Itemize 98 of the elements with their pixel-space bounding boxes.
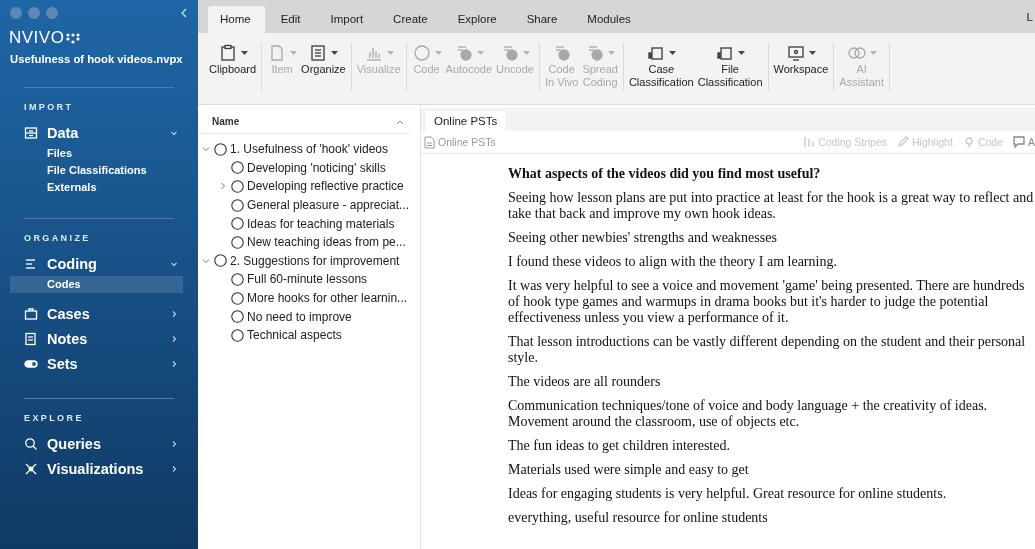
dropdown-caret-icon[interactable]: [240, 50, 248, 56]
toolbar-button[interactable]: File Classification: [695, 43, 765, 91]
sidebar-subitem[interactable]: Files: [10, 145, 183, 162]
sidebar-item[interactable]: Cases: [24, 301, 178, 326]
stripes-icon[interactable]: [803, 136, 816, 148]
response-text: The videos are all rounders: [508, 374, 662, 390]
highlighter-icon[interactable]: [897, 136, 909, 148]
section-heading: ORGANIZE: [24, 233, 92, 243]
sidebar-item[interactable]: Sets: [24, 351, 178, 376]
monitor-icon: [785, 43, 806, 63]
code-name[interactable]: General pleasure - appreciat...: [247, 198, 410, 213]
code-name[interactable]: More hooks for other learnin...: [247, 291, 408, 306]
window-control[interactable]: [10, 7, 22, 19]
sidebar-item[interactable]: Notes: [24, 326, 178, 351]
sidebar-item[interactable]: Data: [24, 120, 178, 145]
chevron-right-icon[interactable]: [170, 334, 178, 343]
code-circle-icon: [231, 217, 244, 231]
ribbon-tab[interactable]: Explore: [445, 6, 511, 33]
response-text: everything, useful resource for online students: [508, 510, 769, 526]
sidebar-subitem[interactable]: File Classifications: [10, 162, 183, 179]
response-text: The fun ideas to get children interested.: [508, 438, 731, 454]
code-circle-icon: [231, 180, 244, 193]
code-circle-icon: [231, 161, 244, 175]
comment-icon[interactable]: [1013, 136, 1025, 148]
response-text: Communication techniques/tone of voice and body language + the creativity of ideas. Movement around the classroom, use of objects etc.: [508, 398, 989, 430]
code-name[interactable]: No need to improve: [247, 309, 352, 324]
chevron-down-icon[interactable]: [202, 145, 210, 154]
chevron-right-icon[interactable]: [170, 464, 178, 473]
logo-dots-icon: [66, 32, 81, 44]
sort-caret-icon[interactable]: [396, 119, 404, 125]
ribbon-tab[interactable]: Create: [381, 6, 442, 33]
briefcase-icon: [24, 306, 38, 321]
code-name[interactable]: 1. Usefulness of 'hook' videos: [230, 142, 388, 157]
chevron-right-icon[interactable]: [170, 309, 178, 318]
sidebar-item[interactable]: Coding: [24, 251, 178, 276]
sidebar-subitem[interactable]: Codes: [10, 276, 183, 293]
dropdown-caret-icon[interactable]: [738, 50, 746, 56]
project-name: Usefulness of hook videos.nvpx: [9, 52, 184, 65]
code-circle-icon: [231, 272, 244, 286]
chevron-right-icon[interactable]: [170, 359, 178, 368]
sidebar-item[interactable]: Visualizations: [24, 456, 178, 481]
ribbon-tab[interactable]: Modules: [575, 6, 645, 33]
chevron-down-icon[interactable]: [202, 256, 210, 265]
ribbon-tab[interactable]: Share: [514, 6, 572, 33]
lines-icon: [24, 256, 38, 271]
window-control[interactable]: [28, 7, 40, 19]
dropdown-caret-icon[interactable]: [331, 50, 339, 56]
ribbon-tab[interactable]: Home: [208, 6, 265, 33]
toolbar-button[interactable]: Workspace: [771, 43, 831, 91]
notes-icon: [24, 331, 38, 346]
document-tool[interactable]: A: [1028, 136, 1035, 148]
sidebar-item[interactable]: Queries: [24, 431, 178, 456]
code-name[interactable]: Developing 'noticing' skills: [247, 160, 386, 175]
question-heading: What aspects of the videos did you find most useful?: [508, 166, 822, 182]
document-name: Online PSTs: [438, 136, 496, 148]
column-header[interactable]: Name: [198, 105, 410, 134]
code-name[interactable]: Developing reflective practice: [247, 179, 404, 194]
code-circle-icon: [231, 310, 244, 324]
dropdown-caret-icon[interactable]: [808, 50, 816, 56]
table-icon: [24, 125, 38, 140]
section-heading: IMPORT: [24, 102, 75, 112]
response-text: It was very helpful to see a voice and movement 'game' being presented. There are hundreds of hook type games and warmups in drama books but it's harder to judge the potential effectiveness unless you view a performance of it.: [508, 278, 1026, 326]
code-name[interactable]: Full 60-minute lessons: [247, 272, 368, 287]
window-control[interactable]: [46, 7, 58, 19]
ribbon-tab[interactable]: Edit: [268, 6, 315, 33]
toolbar-button[interactable]: Clipboard: [207, 43, 259, 91]
response-text: Seeing how lesson plans are put into practice at least for the hook is a great way to reflect and take that back and improve my own hook ideas.: [508, 190, 1035, 222]
lightbulb-icon[interactable]: [962, 136, 975, 148]
ribbon-tab[interactable]: Import: [318, 6, 378, 33]
code-circle-icon: [231, 235, 244, 249]
circle-icon: [411, 43, 432, 63]
code-circle-icon: [214, 142, 227, 156]
document-icon: [424, 135, 435, 149]
code-name[interactable]: New teaching ideas from pe...: [247, 235, 406, 250]
code-circle-icon: [214, 254, 227, 268]
code-name[interactable]: Technical aspects: [247, 328, 342, 343]
toolbar-button[interactable]: Organize: [299, 43, 348, 91]
network-icon: [24, 461, 38, 476]
response-text: Ideas for engaging students is very helpful. Great resource for online students.: [508, 486, 948, 502]
dropdown-caret-icon[interactable]: [669, 50, 677, 56]
response-text: I found these videos to align with the theory I am learning.: [508, 254, 838, 270]
code-circle-icon: [231, 198, 244, 212]
sidebar-subitem[interactable]: Externals: [10, 179, 183, 196]
chevron-right-icon[interactable]: [170, 439, 178, 448]
section-heading: EXPLORE: [24, 413, 85, 423]
collapse-sidebar-icon[interactable]: [180, 8, 188, 18]
response-text: Materials used were simple and easy to get: [508, 462, 750, 478]
code-name[interactable]: Ideas for teaching materials: [247, 216, 395, 231]
code-circle-icon: [231, 291, 244, 305]
search-icon: [24, 436, 38, 451]
response-text: That lesson introductions can be vastly different depending on the student and their personal style.: [508, 334, 1027, 366]
document-tab[interactable]: Online PSTs: [426, 111, 506, 131]
app-logo-text: NVIVO: [9, 28, 65, 48]
code-circle-icon: [231, 328, 244, 342]
ribbon-tab[interactable]: L: [1026, 10, 1033, 23]
toolbar-button[interactable]: Case Classification: [626, 43, 696, 91]
code-name[interactable]: 2. Suggestions for improvement: [230, 253, 400, 268]
response-text: Seeing other newbies' strengths and weaknesses: [508, 230, 778, 246]
